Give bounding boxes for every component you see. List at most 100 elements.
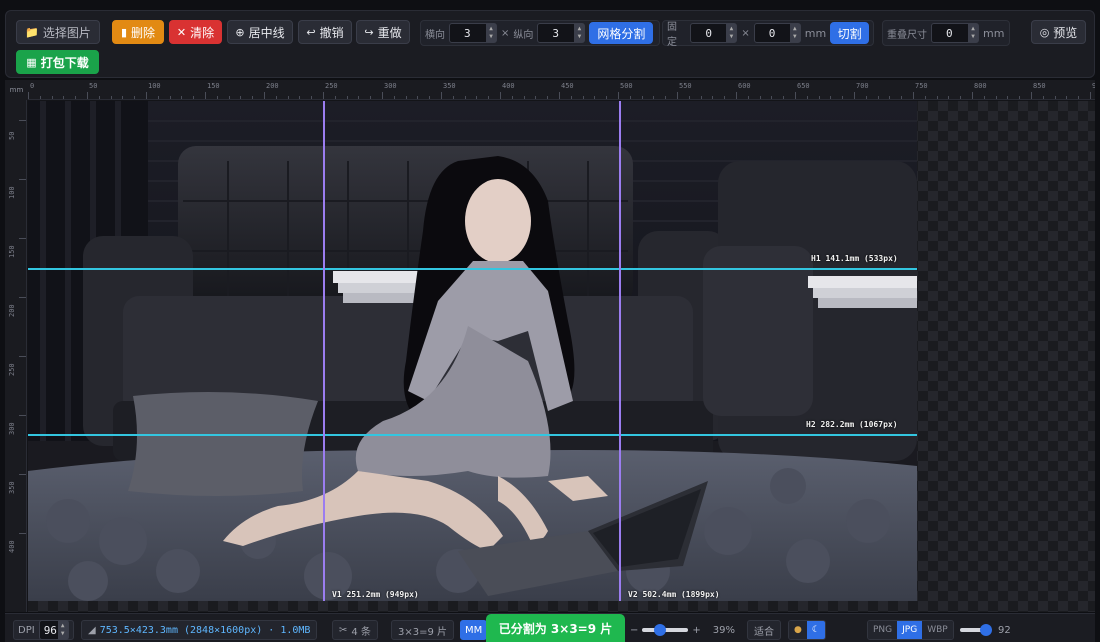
center-line-button[interactable]: ⊕ 居中线 [227, 20, 293, 44]
theme-toggle[interactable]: ● ☾ [788, 620, 826, 640]
spinner-icon[interactable]: ▲ ▼ [726, 24, 737, 42]
ruler-minor-tick [51, 96, 53, 99]
ruler-tick [19, 238, 26, 239]
zoom-slider[interactable] [642, 624, 689, 636]
folder-icon: 📁 [25, 25, 39, 39]
sun-icon[interactable]: ● [789, 621, 807, 639]
ruler-tick [382, 92, 383, 99]
unit-toggle[interactable]: MM [460, 620, 488, 640]
ruler-tick [19, 474, 26, 475]
vertical-guide-v1[interactable] [323, 101, 325, 601]
clear-button[interactable]: ✕ 清除 [169, 20, 222, 44]
format-option-jpg[interactable]: JPG [897, 621, 923, 639]
ruler-minor-tick [1066, 96, 1068, 99]
cut-button[interactable]: 切割 [830, 22, 870, 44]
ruler-tick [736, 92, 737, 99]
ruler-tick-label: 150 [207, 82, 220, 90]
horizontal-count-input[interactable]: 3 ▲ ▼ [449, 23, 497, 43]
grid-split-button[interactable]: 网格分割 [589, 22, 654, 44]
fixed-width-input[interactable]: 0 ▲ ▼ [690, 23, 738, 43]
ruler-minor-tick [771, 96, 773, 99]
line-count-text: 4 条 [351, 626, 371, 638]
spinner-icon[interactable]: ▲ ▼ [789, 24, 800, 42]
ruler-tick [559, 92, 560, 99]
redo-label: 重做 [377, 25, 402, 40]
ruler-minor-tick [252, 96, 254, 99]
ruler-tick [677, 92, 678, 99]
quality-slider-knob[interactable] [979, 624, 992, 636]
canvas-area[interactable]: H1 141.1mm (533px) H2 282.2mm (1067px) V… [28, 101, 1095, 612]
ruler-minor-tick [806, 96, 808, 99]
ruler-tick-label: 400 [8, 540, 16, 553]
delete-button[interactable]: ▮ 删除 [112, 20, 164, 44]
moon-icon[interactable]: ☾ [806, 621, 825, 639]
redo-button[interactable]: ↪ 重做 [356, 20, 410, 44]
eye-icon: ◎ [1039, 25, 1050, 39]
ruler-tick [618, 92, 619, 99]
ruler-minor-tick [700, 96, 702, 99]
zoom-slider-knob[interactable] [654, 624, 667, 636]
ruler-minor-tick [724, 96, 726, 99]
vertical-count-input[interactable]: 3 ▲ ▼ [537, 23, 586, 43]
split-toast: 已分割为 3×3=9 片 [486, 614, 625, 642]
ruler-tick [795, 92, 796, 99]
ruler-tick [913, 92, 914, 99]
guide-label-h2: H2 282.2mm (1067px) [806, 420, 898, 429]
quality-value: 92 [998, 624, 1011, 636]
ruler-minor-tick [641, 96, 643, 99]
ruler-minor-tick [1078, 96, 1080, 99]
horizontal-count-value: 3 [464, 26, 471, 40]
download-button[interactable]: ▦ 打包下载 [16, 50, 99, 74]
zoom-out-button[interactable]: − [630, 625, 638, 636]
overlap-input[interactable]: 0 ▲ ▼ [931, 23, 979, 43]
fixed-label: 固定 [667, 22, 677, 48]
ruler-minor-tick [240, 96, 242, 99]
undo-button[interactable]: ↩ 撤销 [298, 20, 352, 44]
format-option-wbp[interactable]: WBP [922, 621, 953, 639]
grid-split-group: 横向 3 ▲ ▼ × 纵向 3 ▲ ▼ 网格分割 [420, 20, 660, 46]
ruler-minor-tick [216, 96, 218, 99]
ruler-tick-label: 650 [797, 82, 810, 90]
ruler-tick [205, 92, 206, 99]
ruler-tick-label: 100 [148, 82, 161, 90]
guide-label-h1: H1 141.1mm (533px) [811, 254, 898, 263]
vertical-label: 纵向 [513, 29, 534, 41]
horizontal-guide-h1[interactable] [28, 268, 917, 270]
fixed-width-value: 0 [705, 26, 712, 40]
dpi-input[interactable]: 96 ▲ ▼ [38, 620, 69, 640]
ruler-minor-tick [393, 96, 395, 99]
horizontal-guide-h2[interactable] [28, 434, 917, 436]
vertical-guide-v2[interactable] [619, 101, 621, 601]
ruler-minor-tick [877, 96, 879, 99]
ruler-minor-tick [936, 96, 938, 99]
line-count: ✂ 4 条 [332, 620, 378, 640]
preview-button[interactable]: ◎ 预览 [1031, 20, 1086, 44]
fixed-height-input[interactable]: 0 ▲ ▼ [753, 23, 801, 43]
ruler-minor-tick [134, 96, 136, 99]
fit-button[interactable]: 适合 [747, 620, 781, 640]
ruler-minor-tick [476, 96, 478, 99]
ruler-minor-tick [830, 96, 832, 99]
zoom-in-button[interactable]: + [692, 625, 700, 636]
times-sign: × [741, 27, 750, 39]
spinner-icon[interactable]: ▲ ▼ [486, 24, 496, 42]
spinner-icon[interactable]: ▲ ▼ [574, 24, 585, 42]
ruler-tick [1090, 92, 1091, 99]
spinner-icon[interactable]: ▲ ▼ [968, 24, 978, 42]
ruler-tick [28, 92, 29, 99]
format-option-png[interactable]: PNG [868, 621, 898, 639]
ruler-tick [146, 92, 147, 99]
ruler-tick-label: 50 [89, 82, 98, 90]
ruler-tick [19, 179, 26, 180]
quality-slider[interactable] [960, 624, 992, 636]
guide-label-v1: V1 251.2mm (949px) [332, 590, 419, 599]
ruler-tick-label: 900 [1092, 82, 1095, 90]
ruler-tick [323, 92, 324, 99]
ruler-tick [19, 120, 26, 121]
guide-label-v2: V2 502.4mm (1899px) [628, 590, 720, 599]
select-image-button[interactable]: 📁 选择图片 [16, 20, 100, 44]
overlap-unit: mm [983, 26, 1005, 40]
spinner-icon[interactable]: ▲ ▼ [57, 621, 68, 639]
x-icon: ✕ [176, 25, 187, 39]
ruler-minor-tick [452, 96, 454, 99]
